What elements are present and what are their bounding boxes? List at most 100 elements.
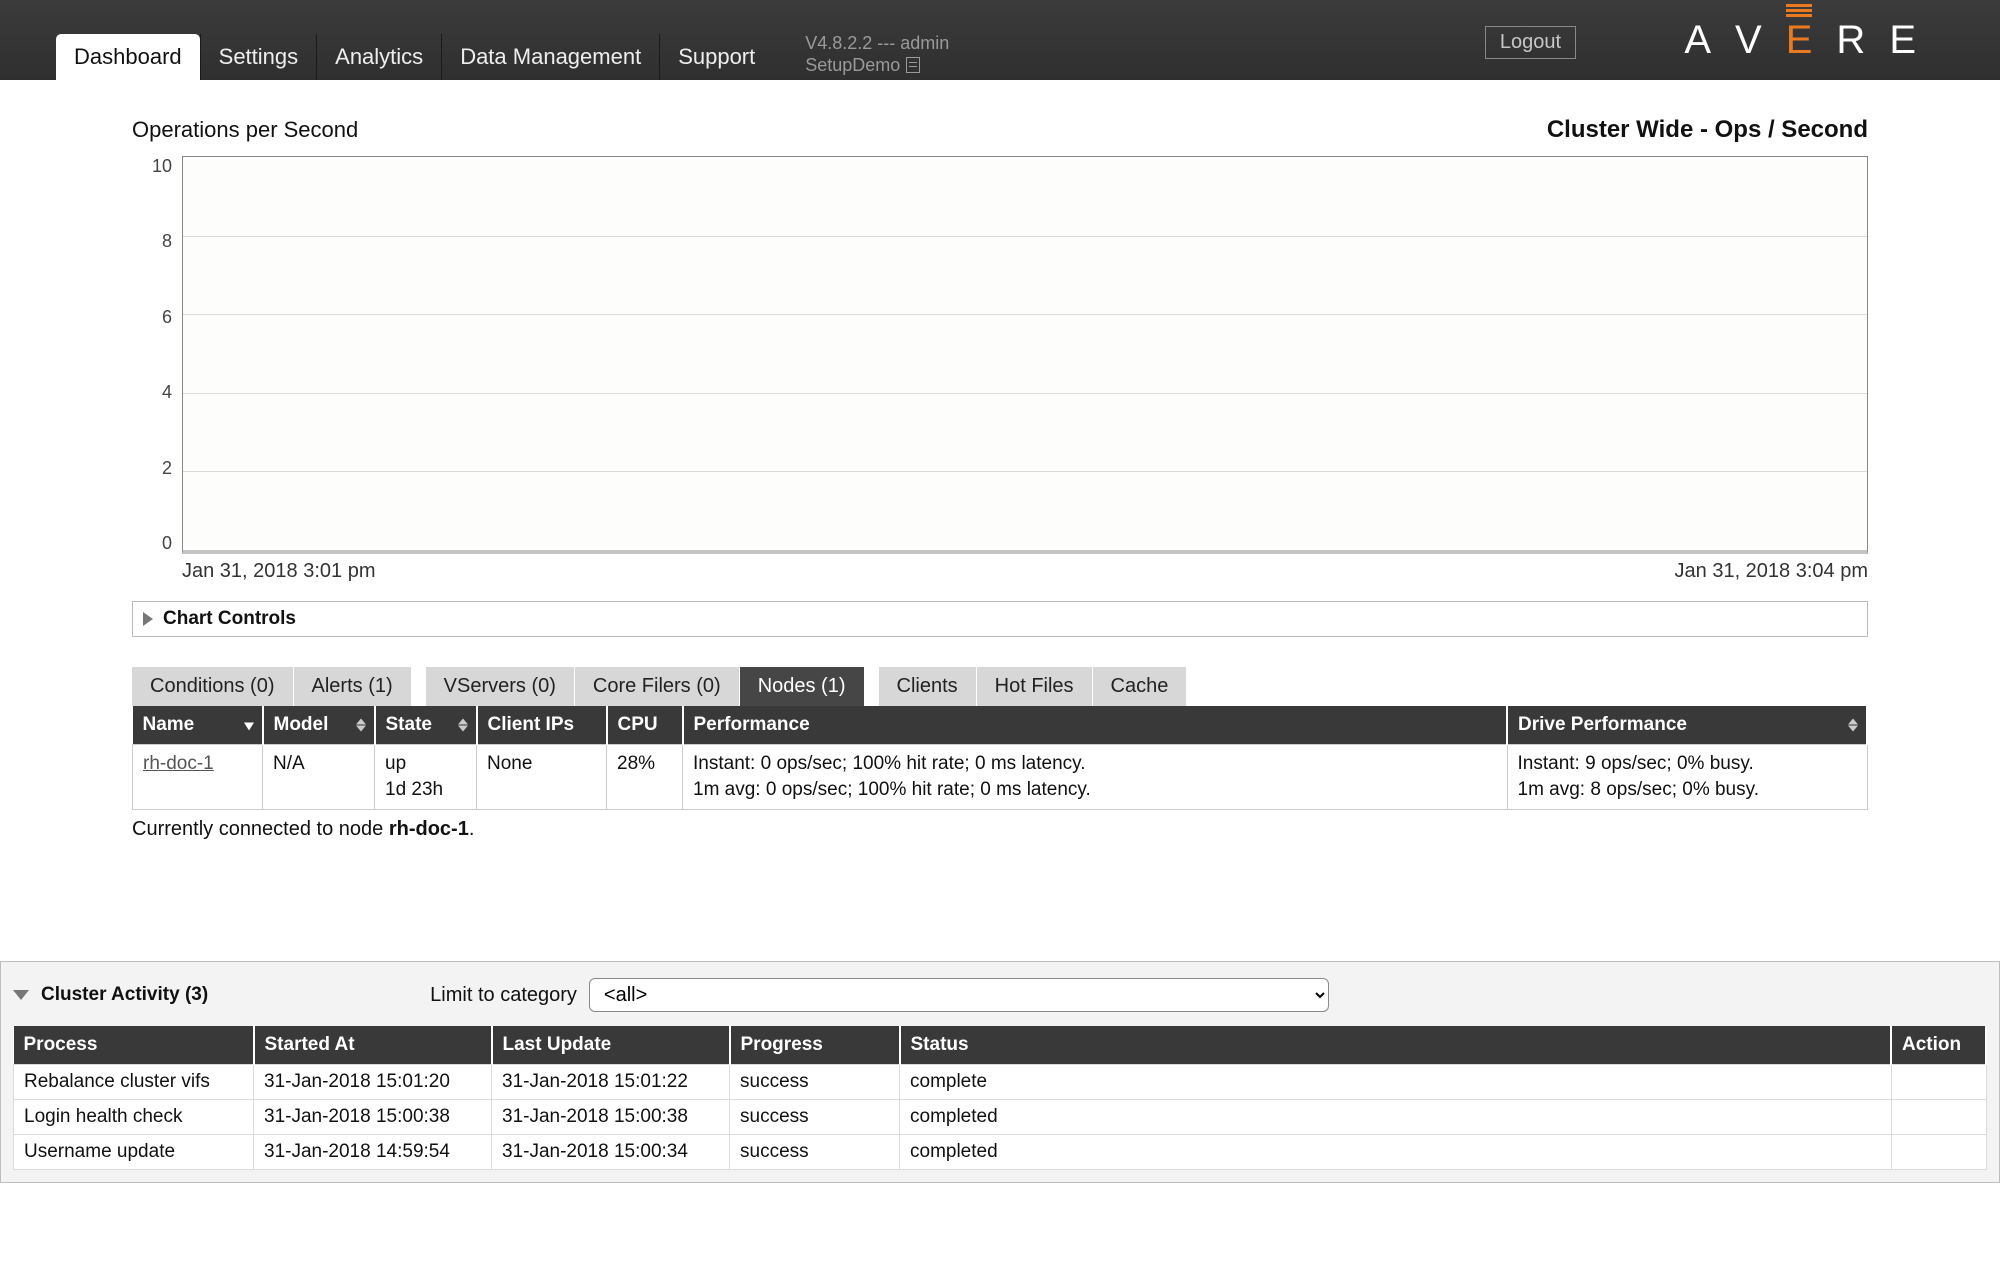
version-line: V4.8.2.2 --- admin bbox=[805, 32, 949, 54]
col-state[interactable]: State bbox=[375, 706, 477, 745]
col-process[interactable]: Process bbox=[14, 1026, 254, 1065]
col-last-update[interactable]: Last Update bbox=[492, 1026, 730, 1065]
y-tick: 2 bbox=[152, 458, 172, 479]
cell-started: 31-Jan-2018 14:59:54 bbox=[254, 1135, 492, 1170]
subtab-row: Conditions (0) Alerts (1) VServers (0) C… bbox=[132, 667, 1868, 706]
cell-drive: Instant: 9 ops/sec; 0% busy. 1m avg: 8 o… bbox=[1507, 745, 1867, 810]
x-axis: Jan 31, 2018 3:01 pm Jan 31, 2018 3:04 p… bbox=[182, 554, 1868, 583]
col-performance[interactable]: Performance bbox=[683, 706, 1508, 745]
subtab-cache[interactable]: Cache bbox=[1093, 667, 1188, 706]
subtab-hot-files[interactable]: Hot Files bbox=[977, 667, 1093, 706]
disclosure-down-icon[interactable] bbox=[13, 990, 29, 1000]
top-bar: Logout A V E R E Dashboard Settings Anal… bbox=[0, 0, 2000, 80]
limit-category-label: Limit to category bbox=[430, 984, 577, 1007]
cell-last: 31-Jan-2018 15:00:38 bbox=[492, 1100, 730, 1135]
sort-asc-icon bbox=[458, 719, 468, 725]
tab-support[interactable]: Support bbox=[659, 34, 773, 80]
node-name-link[interactable]: rh-doc-1 bbox=[143, 753, 214, 774]
cell-started: 31-Jan-2018 15:00:38 bbox=[254, 1100, 492, 1135]
cell-client-ips: None bbox=[477, 745, 607, 810]
col-started-at[interactable]: Started At bbox=[254, 1026, 492, 1065]
node-table: Name Model State Client IPs CPU Performa… bbox=[132, 706, 1868, 810]
table-row: rh-doc-1 N/A up 1d 23h None 28% Instant:… bbox=[133, 745, 1868, 810]
tab-settings[interactable]: Settings bbox=[200, 34, 317, 80]
logo-letter: R bbox=[1836, 18, 1889, 63]
y-tick: 10 bbox=[152, 156, 172, 177]
col-name[interactable]: Name bbox=[133, 706, 263, 745]
cell-started: 31-Jan-2018 15:01:20 bbox=[254, 1065, 492, 1100]
brand-logo: A V E R E bbox=[1684, 18, 1940, 63]
sort-asc-icon bbox=[1848, 719, 1858, 725]
cell-progress: success bbox=[730, 1100, 900, 1135]
sort-desc-icon bbox=[244, 723, 254, 731]
category-select[interactable]: <all> bbox=[589, 978, 1329, 1012]
subtab-nodes[interactable]: Nodes (1) bbox=[740, 667, 865, 706]
ops-chart: 10 8 6 4 2 0 bbox=[152, 156, 1868, 554]
table-row: Rebalance cluster vifs 31-Jan-2018 15:01… bbox=[14, 1065, 1987, 1100]
subtab-conditions[interactable]: Conditions (0) bbox=[132, 667, 294, 706]
col-client-ips[interactable]: Client IPs bbox=[477, 706, 607, 745]
subtab-clients[interactable]: Clients bbox=[879, 667, 977, 706]
logo-letter: E bbox=[1889, 18, 1940, 63]
cell-process: Username update bbox=[14, 1135, 254, 1170]
col-progress[interactable]: Progress bbox=[730, 1026, 900, 1065]
subtab-alerts[interactable]: Alerts (1) bbox=[294, 667, 412, 706]
col-drive-performance[interactable]: Drive Performance bbox=[1507, 706, 1867, 745]
connected-node-line: Currently connected to node rh-doc-1. bbox=[132, 818, 1868, 841]
cell-status: completed bbox=[900, 1100, 1892, 1135]
sort-desc-icon bbox=[1848, 726, 1858, 732]
cell-progress: success bbox=[730, 1135, 900, 1170]
version-info: V4.8.2.2 --- admin SetupDemo bbox=[805, 32, 949, 80]
subtab-core-filers[interactable]: Core Filers (0) bbox=[575, 667, 740, 706]
logo-letter: V bbox=[1735, 18, 1786, 63]
col-status[interactable]: Status bbox=[900, 1026, 1892, 1065]
cell-last: 31-Jan-2018 15:01:22 bbox=[492, 1065, 730, 1100]
table-row: Username update 31-Jan-2018 14:59:54 31-… bbox=[14, 1135, 1987, 1170]
cluster-name: SetupDemo bbox=[805, 54, 900, 76]
disclosure-right-icon bbox=[143, 612, 153, 626]
logo-accent-bars-icon bbox=[1786, 4, 1812, 19]
col-action[interactable]: Action bbox=[1891, 1026, 1986, 1065]
cluster-activity-panel: Cluster Activity (3) Limit to category <… bbox=[0, 961, 2000, 1183]
sort-asc-icon bbox=[356, 719, 366, 725]
cell-perf: Instant: 0 ops/sec; 100% hit rate; 0 ms … bbox=[683, 745, 1508, 810]
sort-desc-icon bbox=[356, 726, 366, 732]
chart-controls-label: Chart Controls bbox=[163, 608, 296, 630]
cell-state: up 1d 23h bbox=[375, 745, 477, 810]
cell-action[interactable] bbox=[1891, 1135, 1986, 1170]
cell-action[interactable] bbox=[1891, 1100, 1986, 1135]
cell-process: Login health check bbox=[14, 1100, 254, 1135]
y-axis: 10 8 6 4 2 0 bbox=[152, 156, 182, 554]
logo-letter: A bbox=[1684, 18, 1735, 63]
cell-last: 31-Jan-2018 15:00:34 bbox=[492, 1135, 730, 1170]
x-tick-left: Jan 31, 2018 3:01 pm bbox=[182, 560, 375, 583]
cell-action[interactable] bbox=[1891, 1065, 1986, 1100]
tab-data-management[interactable]: Data Management bbox=[441, 34, 659, 80]
logout-button[interactable]: Logout bbox=[1485, 26, 1576, 59]
col-cpu[interactable]: CPU bbox=[607, 706, 683, 745]
tab-analytics[interactable]: Analytics bbox=[316, 34, 441, 80]
chart-right-title: Cluster Wide - Ops / Second bbox=[1547, 116, 1868, 144]
chart-controls-toggle[interactable]: Chart Controls bbox=[132, 601, 1868, 637]
cell-model: N/A bbox=[263, 745, 375, 810]
plot-area[interactable] bbox=[182, 156, 1868, 554]
col-model[interactable]: Model bbox=[263, 706, 375, 745]
cell-status: completed bbox=[900, 1135, 1892, 1170]
main-tabs: Dashboard Settings Analytics Data Manage… bbox=[56, 32, 949, 80]
chart-left-title: Operations per Second bbox=[132, 117, 358, 143]
x-tick-right: Jan 31, 2018 3:04 pm bbox=[1675, 560, 1868, 583]
document-icon[interactable] bbox=[906, 57, 920, 73]
table-row: Login health check 31-Jan-2018 15:00:38 … bbox=[14, 1100, 1987, 1135]
subtab-vservers[interactable]: VServers (0) bbox=[426, 667, 575, 706]
y-tick: 4 bbox=[152, 382, 172, 403]
sort-desc-icon bbox=[458, 726, 468, 732]
cell-cpu: 28% bbox=[607, 745, 683, 810]
cell-status: complete bbox=[900, 1065, 1892, 1100]
y-tick: 8 bbox=[152, 231, 172, 252]
y-tick: 0 bbox=[152, 533, 172, 554]
logo-letter-accent: E bbox=[1786, 18, 1837, 63]
cluster-activity-title: Cluster Activity (3) bbox=[41, 984, 208, 1006]
y-tick: 6 bbox=[152, 307, 172, 328]
tab-dashboard[interactable]: Dashboard bbox=[56, 34, 200, 80]
cell-process: Rebalance cluster vifs bbox=[14, 1065, 254, 1100]
